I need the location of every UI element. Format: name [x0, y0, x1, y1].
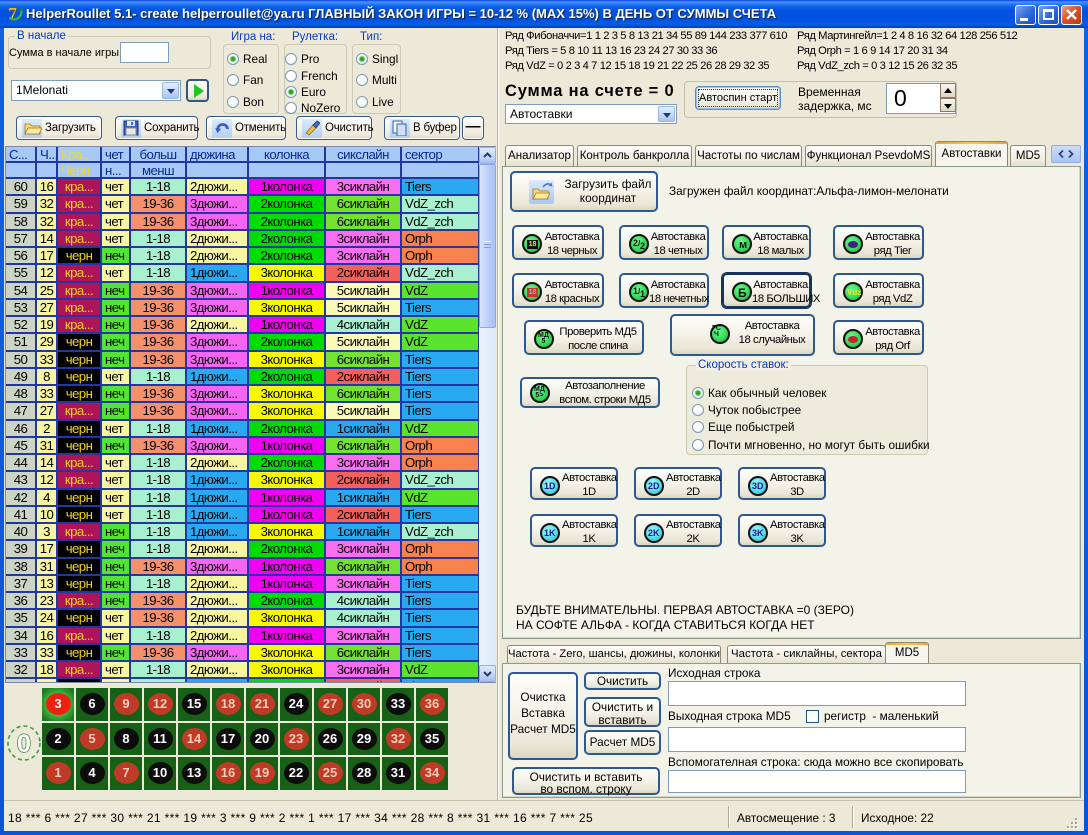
- svg-text:0: 0: [17, 730, 31, 758]
